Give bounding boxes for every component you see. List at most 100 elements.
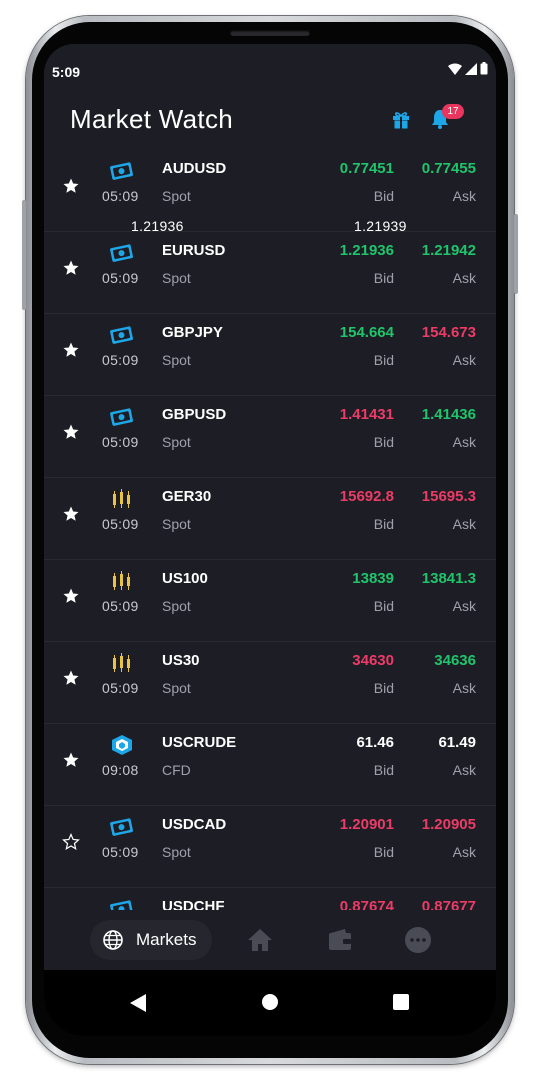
star-filled-icon[interactable] [62, 177, 80, 195]
star-filled-icon[interactable] [62, 341, 80, 359]
cfd-icon [110, 734, 134, 756]
cash-icon [110, 160, 134, 182]
globe-icon [103, 930, 123, 950]
bid-price[interactable]: 34630 [352, 652, 394, 669]
bid-price[interactable]: 1.21936 [340, 242, 394, 259]
ask-price[interactable]: 1.21942 [422, 242, 476, 259]
bid-label: Bid [373, 434, 394, 450]
ask-price[interactable]: 0.77455 [422, 160, 476, 177]
recent-apps-button[interactable] [393, 994, 409, 1010]
candlestick-icon [110, 652, 134, 674]
quote-time: 09:08 [102, 762, 139, 778]
bid-price[interactable]: 13839 [352, 570, 394, 587]
quote-time: 05:09 [102, 270, 139, 286]
bid-price[interactable]: 61.46 [356, 734, 394, 751]
instrument-type: Spot [162, 844, 191, 860]
quote-time: 05:09 [102, 598, 139, 614]
cash-icon [110, 406, 134, 428]
instrument-type: Spot [162, 680, 191, 696]
ask-label: Ask [452, 516, 476, 532]
instrument-row[interactable]: 05:09 EURUSD Spot 1.21936 1.21942 Bid Ask [44, 232, 496, 314]
instrument-row[interactable]: 09:08 USCRUDE CFD 61.46 61.49 Bid Ask [44, 724, 496, 806]
ask-label: Ask [452, 680, 476, 696]
bid-price[interactable]: 0.87674 [340, 898, 394, 910]
quote-overlay-ask: 1.21939 [354, 218, 407, 234]
candlestick-icon [110, 488, 134, 510]
ask-price[interactable]: 0.87677 [422, 898, 476, 910]
title-market: Market [70, 104, 152, 134]
cash-icon [110, 898, 134, 910]
bid-price[interactable]: 154.664 [340, 324, 394, 341]
instrument-row[interactable]: 05:09 USDCAD Spot 1.20901 1.20905 Bid Ask [44, 806, 496, 888]
star-filled-icon[interactable] [62, 259, 80, 277]
instrument-row[interactable]: 05:09 US30 Spot 34630 34636 Bid Ask [44, 642, 496, 724]
more-icon[interactable] [404, 926, 432, 954]
wallet-icon[interactable] [326, 926, 354, 954]
instrument-symbol: USDCHF [162, 898, 225, 910]
ask-label: Ask [452, 434, 476, 450]
ask-label: Ask [452, 352, 476, 368]
instrument-symbol: GBPJPY [162, 324, 223, 341]
instrument-row[interactable]: 05:09 US100 Spot 13839 13841.3 Bid Ask [44, 560, 496, 642]
bid-price[interactable]: 0.77451 [340, 160, 394, 177]
tab-markets[interactable]: Markets [90, 920, 212, 960]
signal-icon [465, 62, 477, 75]
ask-label: Ask [452, 762, 476, 778]
app-screen: 5:09 Market Watch 17 05:09 AUDUSD Spot 0.77… [44, 44, 496, 1036]
ask-price[interactable]: 1.41436 [422, 406, 476, 423]
ask-price[interactable]: 15695.3 [422, 488, 476, 505]
star-filled-icon[interactable] [62, 669, 80, 687]
star-outline-icon[interactable] [62, 833, 80, 851]
instrument-row[interactable]: 05:09 GBPJPY Spot 154.664 154.673 Bid Ask [44, 314, 496, 396]
status-icons [448, 62, 488, 75]
instrument-row[interactable]: 05:09 GER30 Spot 15692.8 15695.3 Bid Ask [44, 478, 496, 560]
bid-label: Bid [373, 352, 394, 368]
home-icon[interactable] [246, 926, 274, 954]
instrument-symbol: GER30 [162, 488, 212, 505]
bid-label: Bid [373, 680, 394, 696]
quote-time: 05:09 [102, 844, 139, 860]
instrument-symbol: GBPUSD [162, 406, 227, 423]
instrument-type: CFD [162, 762, 191, 778]
ask-price[interactable]: 154.673 [422, 324, 476, 341]
bid-price[interactable]: 1.20901 [340, 816, 394, 833]
quote-time: 05:09 [102, 516, 139, 532]
ask-label: Ask [452, 844, 476, 860]
home-button[interactable] [262, 994, 278, 1010]
star-filled-icon[interactable] [62, 423, 80, 441]
instrument-symbol: EURUSD [162, 242, 226, 259]
star-filled-icon[interactable] [62, 505, 80, 523]
instrument-symbol: AUDUSD [162, 160, 227, 177]
star-filled-icon[interactable] [62, 751, 80, 769]
instrument-row[interactable]: 05:09USDCHFSpot0.876740.87677BidAsk [44, 888, 496, 910]
gift-icon[interactable] [390, 108, 412, 130]
instrument-row[interactable]: 05:09 GBPUSD Spot 1.41431 1.41436 Bid Ask [44, 396, 496, 478]
quote-time: 05:09 [102, 434, 139, 450]
bid-label: Bid [373, 598, 394, 614]
status-time: 5:09 [52, 64, 81, 80]
quote-overlay-bid: 1.21936 [131, 218, 184, 234]
instrument-type: Spot [162, 598, 191, 614]
instrument-row[interactable]: 05:09 AUDUSD Spot 0.77451 0.77455 Bid Ask [44, 150, 496, 232]
ask-price[interactable]: 61.49 [438, 734, 476, 751]
instrument-type: Spot [162, 270, 191, 286]
tab-markets-label: Markets [136, 930, 197, 949]
instrument-type: Spot [162, 434, 191, 450]
star-filled-icon[interactable] [62, 587, 80, 605]
cash-icon [110, 324, 134, 346]
quote-time: 05:09 [102, 352, 139, 368]
bid-label: Bid [373, 844, 394, 860]
earpiece-speaker [230, 30, 310, 36]
bid-price[interactable]: 15692.8 [340, 488, 394, 505]
instrument-symbol: USCRUDE [162, 734, 237, 751]
ask-price[interactable]: 34636 [434, 652, 476, 669]
bid-label: Bid [373, 516, 394, 532]
bid-price[interactable]: 1.41431 [340, 406, 394, 423]
ask-price[interactable]: 13841.3 [422, 570, 476, 587]
instrument-type: Spot [162, 188, 191, 204]
market-list[interactable]: 05:09 AUDUSD Spot 0.77451 0.77455 Bid Ask 05:09… [44, 150, 496, 910]
back-icon[interactable] [130, 994, 146, 1012]
ask-label: Ask [452, 598, 476, 614]
volume-button [22, 200, 26, 310]
ask-price[interactable]: 1.20905 [422, 816, 476, 833]
